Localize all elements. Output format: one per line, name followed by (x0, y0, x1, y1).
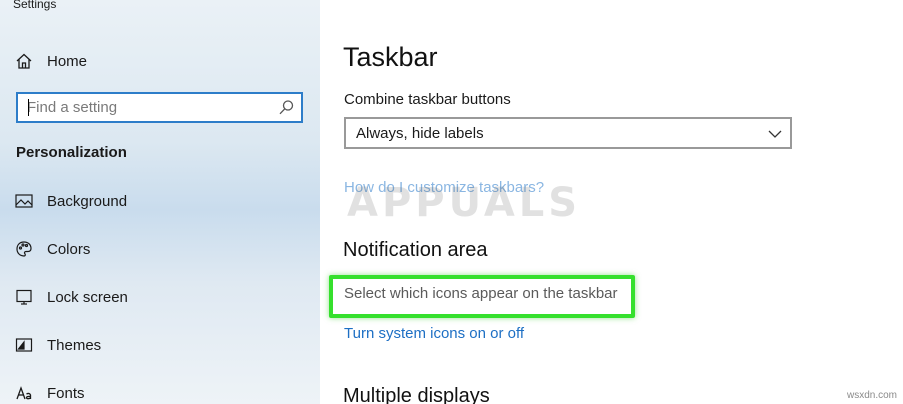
lock-screen-icon (14, 287, 34, 307)
search-icon[interactable] (278, 99, 295, 116)
sidebar-item-label: Lock screen (47, 288, 128, 306)
sidebar-item-label: Background (47, 192, 128, 210)
section-heading: Personalization (16, 144, 127, 161)
sidebar-item-label: Home (47, 52, 88, 70)
sidebar-item-label: Colors (47, 240, 91, 258)
app-title: Settings (13, 0, 57, 11)
system-icons-link[interactable]: Turn system icons on or off (344, 325, 524, 342)
sidebar: Settings Home Personalization (0, 0, 320, 404)
chevron-down-icon (768, 127, 782, 139)
sidebar-item-label: Themes (47, 336, 102, 354)
settings-window: Settings Home Personalization (0, 0, 903, 404)
home-icon (14, 51, 34, 71)
sidebar-item-colors[interactable]: Colors (0, 231, 320, 267)
sidebar-item-fonts[interactable]: Fonts (0, 375, 320, 404)
image-icon (14, 191, 34, 211)
fonts-icon (14, 383, 34, 403)
palette-icon (14, 239, 34, 259)
sidebar-item-lock-screen[interactable]: Lock screen (0, 279, 320, 315)
main-content: Taskbar Combine taskbar buttons Always, … (320, 0, 903, 404)
sidebar-item-label: Fonts (47, 384, 85, 402)
customize-taskbars-link[interactable]: How do I customize taskbars? (344, 179, 544, 196)
dropdown-value: Always, hide labels (356, 125, 484, 142)
themes-icon (14, 335, 34, 355)
credit-text: wsxdn.com (846, 390, 897, 401)
sidebar-item-themes[interactable]: Themes (0, 327, 320, 363)
sidebar-item-home[interactable]: Home (0, 43, 320, 79)
notification-area-heading: Notification area (343, 239, 488, 261)
combine-buttons-dropdown[interactable]: Always, hide labels (344, 117, 792, 149)
sidebar-item-background[interactable]: Background (0, 183, 320, 219)
search-input[interactable] (18, 94, 277, 121)
multiple-displays-heading: Multiple displays (343, 385, 490, 404)
text-caret (28, 99, 29, 116)
combine-buttons-label: Combine taskbar buttons (344, 91, 511, 108)
page-title: Taskbar (343, 42, 438, 72)
select-icons-text[interactable]: Select which icons appear on the taskbar (344, 285, 618, 302)
search-box[interactable] (16, 92, 303, 123)
